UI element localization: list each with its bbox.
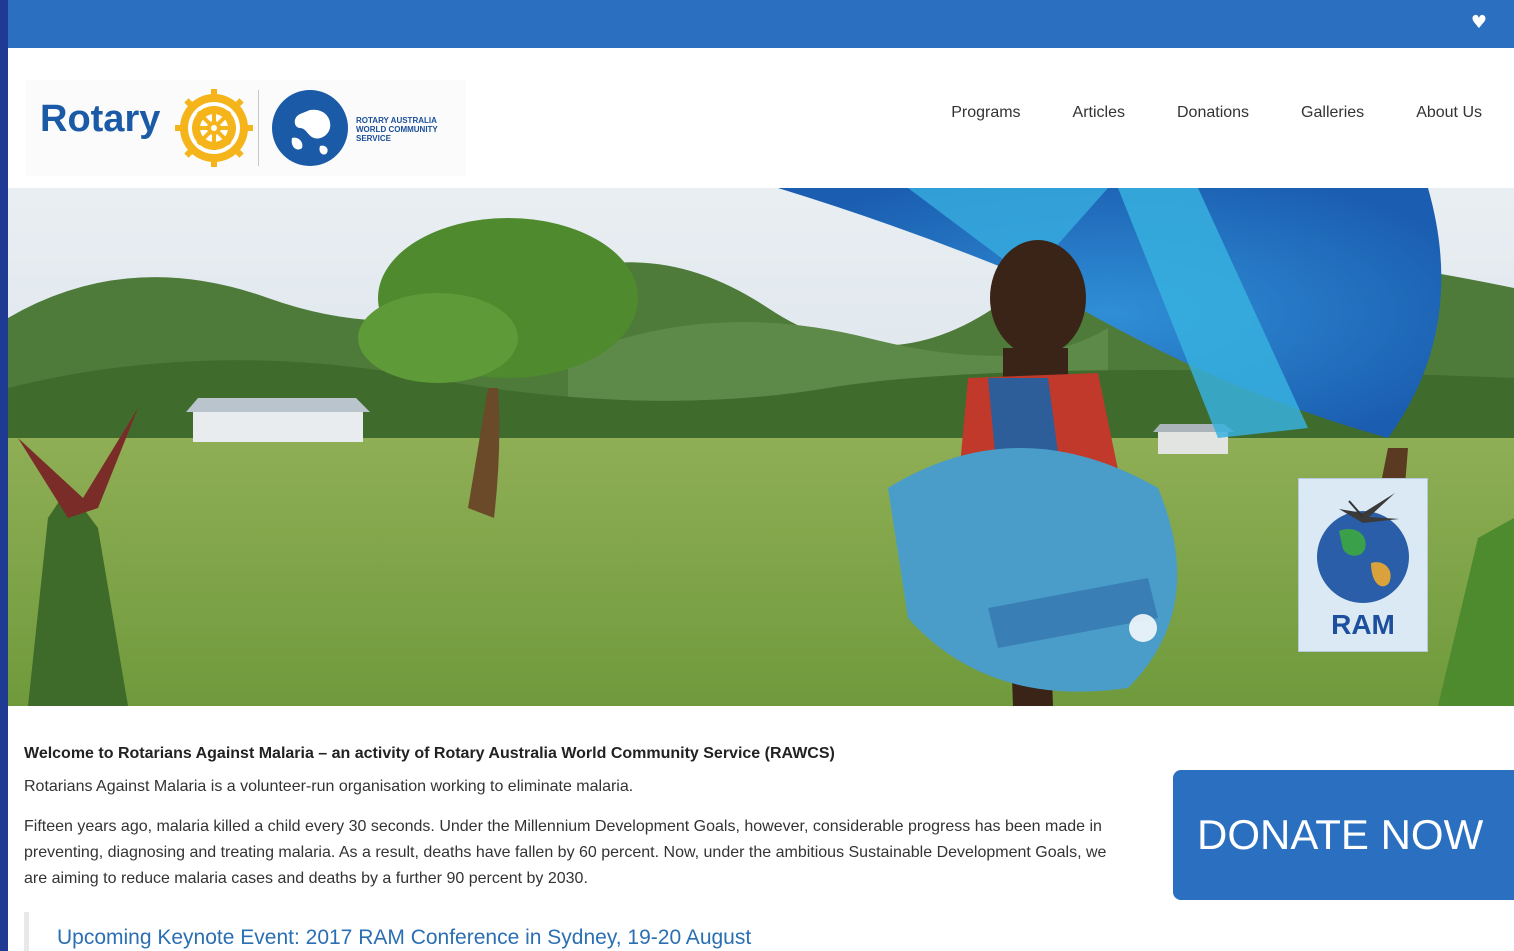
hero-photo xyxy=(8,188,1514,706)
hero-image: RAM xyxy=(8,188,1514,706)
mosquito-globe-icon xyxy=(1317,493,1409,603)
top-bar: ♥ xyxy=(8,0,1514,48)
nav-about-us[interactable]: About Us xyxy=(1416,104,1482,122)
globe-icon xyxy=(272,90,348,166)
upcoming-event-link[interactable]: Upcoming Keynote Event: 2017 RAM Confere… xyxy=(24,912,957,951)
ram-badge: RAM xyxy=(1298,478,1428,652)
nav-articles[interactable]: Articles xyxy=(1073,104,1125,122)
rawcs-line-2: WORLD COMMUNITY xyxy=(356,125,438,134)
rawcs-line-1: ROTARY AUSTRALIA xyxy=(356,116,437,125)
rotary-wordmark: Rotary xyxy=(40,98,161,140)
logo-divider xyxy=(258,90,259,166)
heart-icon[interactable]: ♥ xyxy=(1470,14,1488,32)
rawcs-line-3: SERVICE xyxy=(356,134,391,143)
welcome-heading: Welcome to Rotarians Against Malaria – a… xyxy=(24,745,835,762)
site-logo[interactable]: Rotary ROTARY AUSTRALIA WORLD COMMUNITY … xyxy=(26,80,466,176)
intro-section: Welcome to Rotarians Against Malaria – a… xyxy=(24,744,1124,904)
nav-galleries[interactable]: Galleries xyxy=(1301,104,1364,122)
donate-now-button[interactable]: DONATE NOW xyxy=(1173,770,1514,900)
rotary-wheel-icon xyxy=(175,89,253,167)
rawcs-wordmark: ROTARY AUSTRALIA WORLD COMMUNITY SERVICE xyxy=(356,116,476,143)
page: ♥ Rotary ROTARY AUSTRALIA WORLD COMMUNIT… xyxy=(8,0,1514,951)
ram-label: RAM xyxy=(1331,609,1395,640)
main-nav: Programs Articles Donations Galleries Ab… xyxy=(899,104,1482,122)
body-paragraph: Fifteen years ago, malaria killed a chil… xyxy=(24,818,1107,887)
nav-donations[interactable]: Donations xyxy=(1177,104,1249,122)
nav-programs[interactable]: Programs xyxy=(951,104,1020,122)
intro-text: Rotarians Against Malaria is a volunteer… xyxy=(24,778,634,795)
